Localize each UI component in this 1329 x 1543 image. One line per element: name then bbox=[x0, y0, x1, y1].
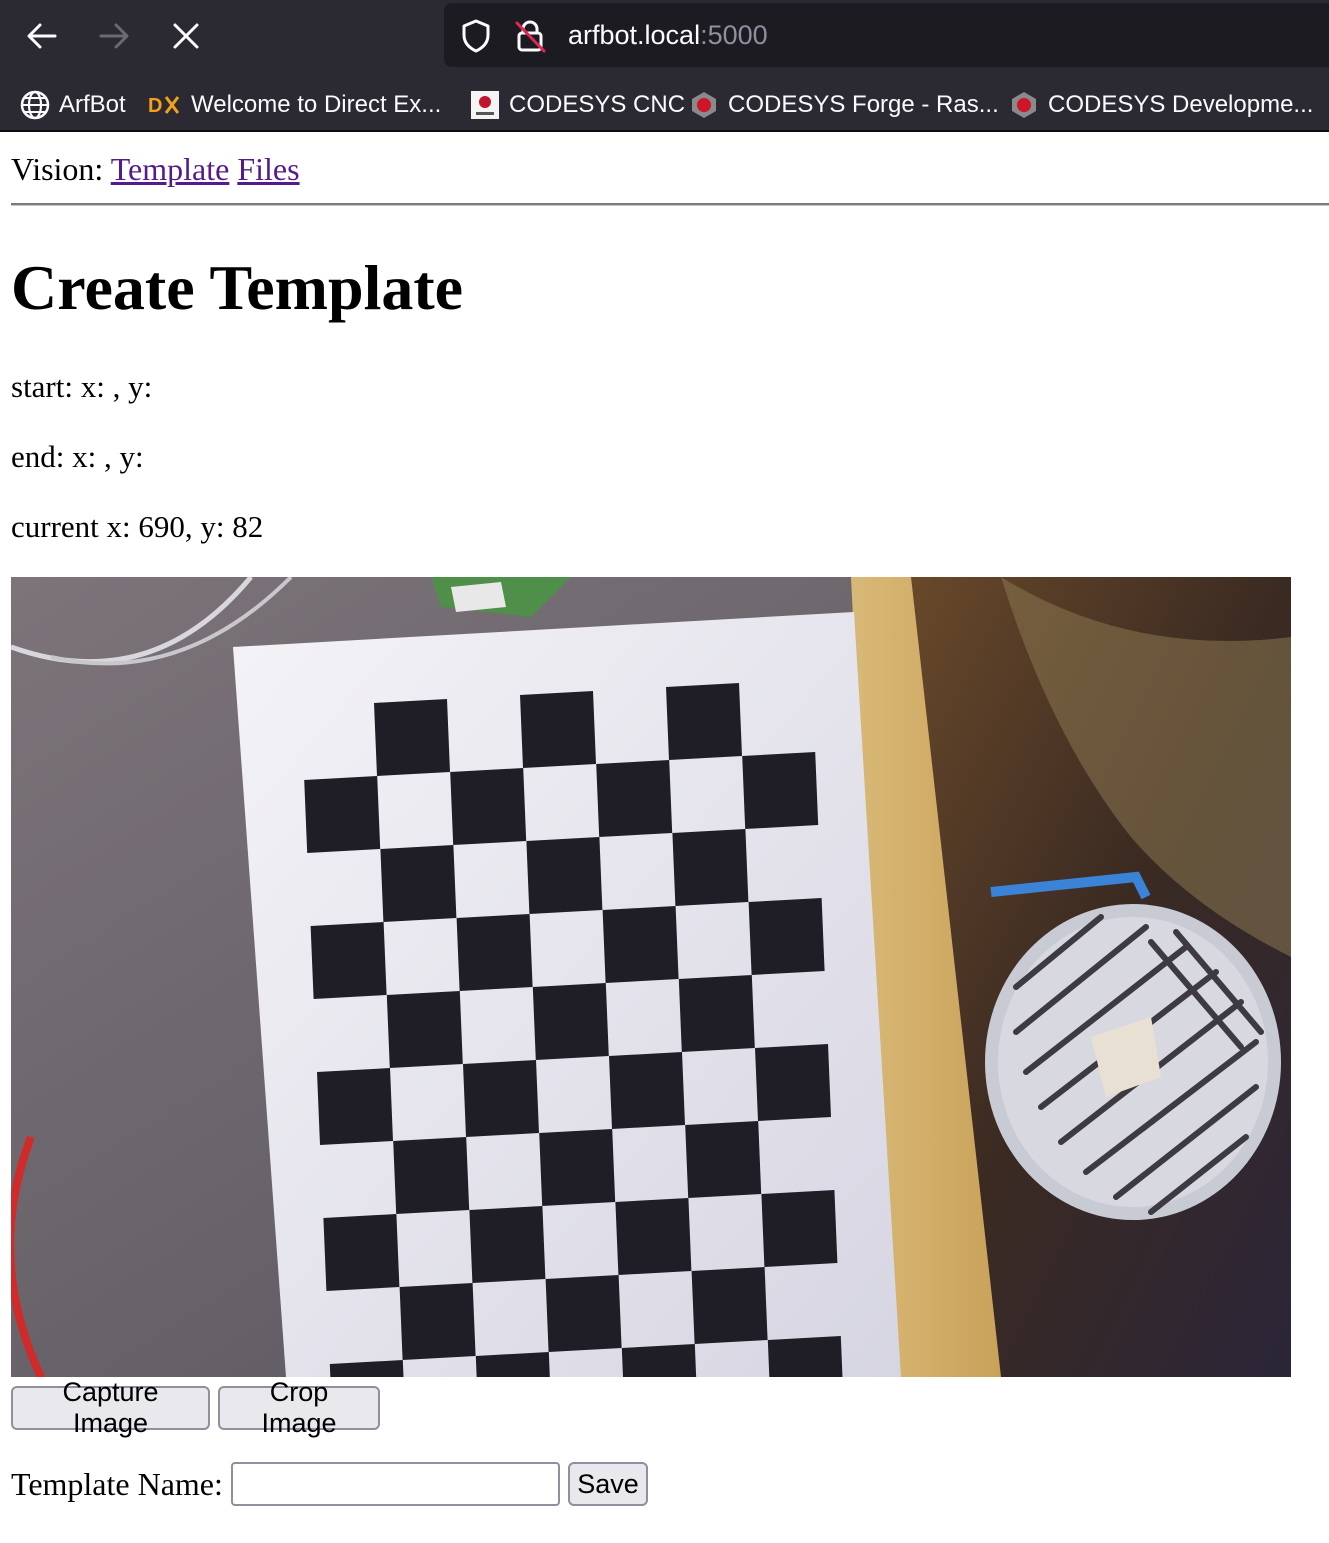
save-button[interactable]: Save bbox=[568, 1462, 648, 1506]
checker-square bbox=[323, 1214, 400, 1291]
codesys-forge-icon bbox=[689, 90, 719, 120]
checker-square bbox=[621, 1344, 698, 1377]
globe-icon bbox=[20, 90, 50, 120]
checker-square bbox=[767, 1336, 844, 1377]
checker-square bbox=[475, 1352, 552, 1377]
camera-image[interactable] bbox=[11, 577, 1291, 1377]
end-coordinates: end: x: , y: bbox=[11, 439, 144, 474]
bookmark-arfbot[interactable]: ArfBot bbox=[20, 88, 126, 122]
codesys-forge-icon bbox=[1009, 90, 1039, 120]
bookmark-codesys-forge[interactable]: CODESYS Forge - Ras... bbox=[689, 88, 999, 122]
checker-square bbox=[374, 699, 450, 776]
checker-square bbox=[748, 898, 825, 975]
checker-square bbox=[602, 906, 679, 983]
checker-square bbox=[532, 983, 609, 1060]
address-bar[interactable]: arfbot.local:5000 bbox=[444, 3, 1329, 67]
url-host: arfbot.local bbox=[568, 20, 701, 50]
checker-square bbox=[456, 914, 533, 991]
bookmark-label: CODESYS CNC bbox=[509, 91, 686, 118]
checker-square bbox=[399, 1283, 476, 1360]
checker-square bbox=[380, 845, 457, 922]
checker-square bbox=[666, 683, 742, 760]
forward-button[interactable] bbox=[92, 14, 136, 58]
camera-photo-illustration bbox=[11, 577, 1291, 1377]
template-name-input[interactable] bbox=[231, 1462, 560, 1506]
checker-square bbox=[545, 1275, 622, 1352]
arrow-left-icon bbox=[27, 23, 57, 49]
checker-square bbox=[672, 829, 749, 906]
url-port: :5000 bbox=[700, 20, 768, 50]
template-name-label: Template Name: bbox=[11, 1466, 223, 1502]
bookmark-label: Welcome to Direct Ex... bbox=[191, 91, 442, 118]
bookmark-label: CODESYS Developme... bbox=[1048, 91, 1314, 118]
insecure-lock-icon[interactable] bbox=[514, 19, 546, 58]
checker-square bbox=[450, 768, 527, 845]
horizontal-rule bbox=[11, 203, 1329, 206]
vision-nav-label: Vision: bbox=[11, 151, 104, 187]
bookmark-direct-ex[interactable]: D Welcome to Direct Ex... bbox=[148, 88, 441, 122]
bookmark-codesys-developme[interactable]: CODESYS Developme... bbox=[1009, 88, 1313, 122]
checker-square bbox=[463, 1060, 539, 1137]
checker-square bbox=[393, 1137, 470, 1214]
bookmark-codesys-cnc[interactable]: CODESYS CNC bbox=[470, 88, 685, 122]
checker-square bbox=[304, 776, 381, 853]
browser-chrome: arfbot.local:5000 ArfBot D Welcome to Di… bbox=[0, 0, 1329, 132]
url-text[interactable]: arfbot.local:5000 bbox=[568, 19, 768, 51]
svg-text:D: D bbox=[148, 95, 162, 117]
back-button[interactable] bbox=[20, 14, 64, 58]
shield-icon[interactable] bbox=[460, 19, 492, 58]
checker-square bbox=[539, 1129, 616, 1206]
checker-square bbox=[742, 752, 819, 829]
checker-square bbox=[609, 1052, 685, 1129]
stop-button[interactable] bbox=[164, 14, 208, 58]
page-title: Create Template bbox=[11, 252, 464, 323]
vision-nav: Vision: Template Files bbox=[11, 151, 300, 187]
checker-square bbox=[526, 837, 603, 914]
chrome-divider bbox=[0, 130, 1329, 132]
checker-square bbox=[685, 1121, 762, 1198]
nav-link-template[interactable]: Template bbox=[111, 151, 230, 187]
current-coordinates: current x: 690, y: 82 bbox=[11, 509, 264, 544]
checker-square bbox=[386, 991, 463, 1068]
dx-logo-icon: D bbox=[148, 90, 182, 120]
checker-square bbox=[520, 691, 596, 768]
checker-square bbox=[691, 1267, 768, 1344]
checker-square bbox=[761, 1190, 838, 1267]
bookmarks-toolbar: ArfBot D Welcome to Direct Ex... CODESYS… bbox=[0, 80, 1329, 130]
checker-square bbox=[678, 975, 755, 1052]
checker-square bbox=[310, 922, 387, 999]
start-coordinates: start: x: , y: bbox=[11, 369, 153, 404]
nav-link-files[interactable]: Files bbox=[237, 151, 299, 187]
checker-square bbox=[317, 1068, 393, 1145]
bookmark-label: ArfBot bbox=[59, 91, 126, 118]
codesys-icon bbox=[470, 90, 500, 120]
checker-square bbox=[469, 1206, 546, 1283]
checker-square bbox=[755, 1044, 831, 1121]
capture-image-button[interactable]: Capture Image bbox=[11, 1377, 210, 1438]
arrow-right-icon bbox=[99, 23, 129, 49]
checker-square bbox=[615, 1198, 692, 1275]
crop-image-button[interactable]: Crop Image bbox=[218, 1377, 380, 1438]
close-icon bbox=[173, 23, 199, 49]
bookmark-label: CODESYS Forge - Ras... bbox=[728, 91, 999, 118]
checker-square bbox=[596, 760, 673, 837]
